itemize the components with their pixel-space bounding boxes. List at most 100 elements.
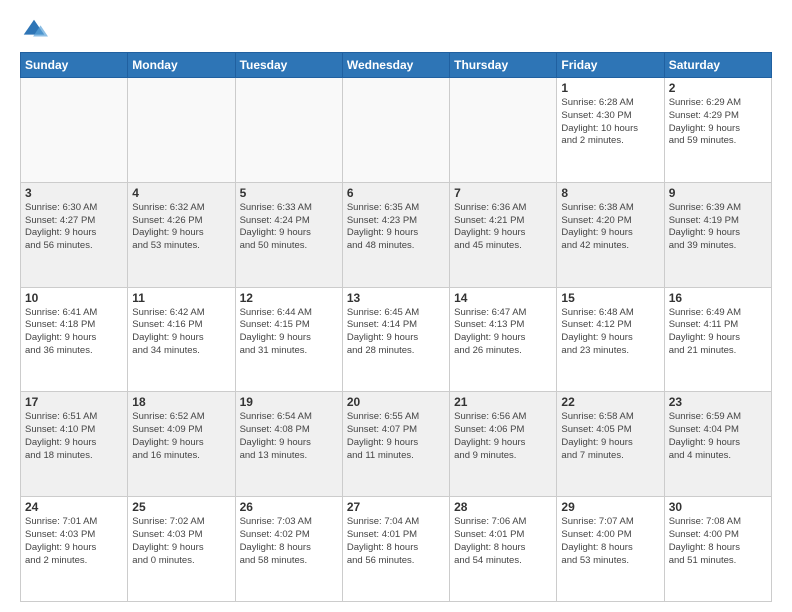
- weekday-header-friday: Friday: [557, 53, 664, 78]
- day-info: Sunrise: 6:55 AM Sunset: 4:07 PM Dayligh…: [347, 411, 445, 462]
- calendar-cell: 5 Sunrise: 6:33 AM Sunset: 4:24 PM Daylig…: [235, 182, 342, 287]
- calendar-cell: [128, 78, 235, 183]
- day-info: Sunrise: 6:44 AM Sunset: 4:15 PM Dayligh…: [240, 307, 338, 358]
- day-info: Sunrise: 6:56 AM Sunset: 4:06 PM Dayligh…: [454, 411, 552, 462]
- calendar-cell: 2 Sunrise: 6:29 AM Sunset: 4:29 PM Daylig…: [664, 78, 771, 183]
- calendar-cell: 20Sunrise: 6:55 AM Sunset: 4:07 PM Dayli…: [342, 392, 449, 497]
- calendar-table: SundayMondayTuesdayWednesdayThursdayFrid…: [20, 52, 772, 602]
- day-info: Sunrise: 6:36 AM Sunset: 4:21 PM Dayligh…: [454, 202, 552, 253]
- day-number: 12: [240, 291, 338, 305]
- day-number: 23: [669, 395, 767, 409]
- weekday-header-sunday: Sunday: [21, 53, 128, 78]
- calendar-cell: 4 Sunrise: 6:32 AM Sunset: 4:26 PM Daylig…: [128, 182, 235, 287]
- calendar-cell: 11 Sunrise: 6:42 AM Sunset: 4:16 PM Dayli…: [128, 287, 235, 392]
- day-number: 19: [240, 395, 338, 409]
- calendar-cell: 26Sunrise: 7:03 AM Sunset: 4:02 PM Dayli…: [235, 497, 342, 602]
- day-info: Sunrise: 7:03 AM Sunset: 4:02 PM Dayligh…: [240, 516, 338, 567]
- calendar-cell: 29 Sunrise: 7:07 AM Sunset: 4:00 PM Dayli…: [557, 497, 664, 602]
- weekday-header-thursday: Thursday: [450, 53, 557, 78]
- calendar-cell: 18 Sunrise: 6:52 AM Sunset: 4:09 PM Dayli…: [128, 392, 235, 497]
- day-info: Sunrise: 6:52 AM Sunset: 4:09 PM Dayligh…: [132, 411, 230, 462]
- day-number: 11: [132, 291, 230, 305]
- weekday-header-tuesday: Tuesday: [235, 53, 342, 78]
- day-number: 28: [454, 500, 552, 514]
- calendar-cell: 16 Sunrise: 6:49 AM Sunset: 4:11 PM Dayli…: [664, 287, 771, 392]
- day-info: Sunrise: 6:48 AM Sunset: 4:12 PM Dayligh…: [561, 307, 659, 358]
- day-info: Sunrise: 6:33 AM Sunset: 4:24 PM Dayligh…: [240, 202, 338, 253]
- day-info: Sunrise: 7:06 AM Sunset: 4:01 PM Dayligh…: [454, 516, 552, 567]
- day-number: 30: [669, 500, 767, 514]
- day-info: Sunrise: 6:59 AM Sunset: 4:04 PM Dayligh…: [669, 411, 767, 462]
- calendar-cell: 22 Sunrise: 6:58 AM Sunset: 4:05 PM Dayli…: [557, 392, 664, 497]
- week-row-3: 10 Sunrise: 6:41 AM Sunset: 4:18 PM Dayli…: [21, 287, 772, 392]
- day-info: Sunrise: 7:08 AM Sunset: 4:00 PM Dayligh…: [669, 516, 767, 567]
- day-number: 18: [132, 395, 230, 409]
- day-number: 4: [132, 186, 230, 200]
- day-info: Sunrise: 6:47 AM Sunset: 4:13 PM Dayligh…: [454, 307, 552, 358]
- weekday-header-row: SundayMondayTuesdayWednesdayThursdayFrid…: [21, 53, 772, 78]
- day-info: Sunrise: 6:49 AM Sunset: 4:11 PM Dayligh…: [669, 307, 767, 358]
- day-info: Sunrise: 6:28 AM Sunset: 4:30 PM Dayligh…: [561, 97, 659, 148]
- day-number: 10: [25, 291, 123, 305]
- day-number: 8: [561, 186, 659, 200]
- day-info: Sunrise: 6:58 AM Sunset: 4:05 PM Dayligh…: [561, 411, 659, 462]
- day-number: 29: [561, 500, 659, 514]
- day-number: 22: [561, 395, 659, 409]
- calendar-cell: 24 Sunrise: 7:01 AM Sunset: 4:03 PM Dayli…: [21, 497, 128, 602]
- calendar-cell: 14 Sunrise: 6:47 AM Sunset: 4:13 PM Dayli…: [450, 287, 557, 392]
- day-info: Sunrise: 6:32 AM Sunset: 4:26 PM Dayligh…: [132, 202, 230, 253]
- calendar-cell: 1 Sunrise: 6:28 AM Sunset: 4:30 PM Daylig…: [557, 78, 664, 183]
- day-info: Sunrise: 6:41 AM Sunset: 4:18 PM Dayligh…: [25, 307, 123, 358]
- week-row-2: 3Sunrise: 6:30 AM Sunset: 4:27 PM Daylig…: [21, 182, 772, 287]
- calendar-cell: 21 Sunrise: 6:56 AM Sunset: 4:06 PM Dayli…: [450, 392, 557, 497]
- day-number: 21: [454, 395, 552, 409]
- day-info: Sunrise: 7:02 AM Sunset: 4:03 PM Dayligh…: [132, 516, 230, 567]
- calendar-cell: 9 Sunrise: 6:39 AM Sunset: 4:19 PM Daylig…: [664, 182, 771, 287]
- calendar-cell: 13 Sunrise: 6:45 AM Sunset: 4:14 PM Dayli…: [342, 287, 449, 392]
- weekday-header-wednesday: Wednesday: [342, 53, 449, 78]
- day-info: Sunrise: 6:29 AM Sunset: 4:29 PM Dayligh…: [669, 97, 767, 148]
- calendar-cell: 8 Sunrise: 6:38 AM Sunset: 4:20 PM Daylig…: [557, 182, 664, 287]
- day-info: Sunrise: 7:07 AM Sunset: 4:00 PM Dayligh…: [561, 516, 659, 567]
- calendar-cell: [342, 78, 449, 183]
- day-number: 1: [561, 81, 659, 95]
- day-number: 6: [347, 186, 445, 200]
- calendar-cell: 30 Sunrise: 7:08 AM Sunset: 4:00 PM Dayli…: [664, 497, 771, 602]
- weekday-header-monday: Monday: [128, 53, 235, 78]
- calendar-cell: 25Sunrise: 7:02 AM Sunset: 4:03 PM Dayli…: [128, 497, 235, 602]
- week-row-5: 24 Sunrise: 7:01 AM Sunset: 4:03 PM Dayli…: [21, 497, 772, 602]
- logo: [20, 16, 52, 44]
- day-number: 14: [454, 291, 552, 305]
- page: SundayMondayTuesdayWednesdayThursdayFrid…: [0, 0, 792, 612]
- day-number: 27: [347, 500, 445, 514]
- calendar-cell: 15Sunrise: 6:48 AM Sunset: 4:12 PM Dayli…: [557, 287, 664, 392]
- calendar-cell: 7 Sunrise: 6:36 AM Sunset: 4:21 PM Daylig…: [450, 182, 557, 287]
- day-number: 13: [347, 291, 445, 305]
- day-number: 7: [454, 186, 552, 200]
- calendar-cell: [21, 78, 128, 183]
- day-info: Sunrise: 7:04 AM Sunset: 4:01 PM Dayligh…: [347, 516, 445, 567]
- day-number: 5: [240, 186, 338, 200]
- calendar-cell: 6Sunrise: 6:35 AM Sunset: 4:23 PM Daylig…: [342, 182, 449, 287]
- calendar-cell: [235, 78, 342, 183]
- calendar-cell: 19 Sunrise: 6:54 AM Sunset: 4:08 PM Dayli…: [235, 392, 342, 497]
- calendar-cell: 28 Sunrise: 7:06 AM Sunset: 4:01 PM Dayli…: [450, 497, 557, 602]
- day-info: Sunrise: 6:42 AM Sunset: 4:16 PM Dayligh…: [132, 307, 230, 358]
- day-info: Sunrise: 7:01 AM Sunset: 4:03 PM Dayligh…: [25, 516, 123, 567]
- day-number: 3: [25, 186, 123, 200]
- week-row-1: 1 Sunrise: 6:28 AM Sunset: 4:30 PM Daylig…: [21, 78, 772, 183]
- header: [20, 16, 772, 44]
- day-number: 9: [669, 186, 767, 200]
- day-info: Sunrise: 6:54 AM Sunset: 4:08 PM Dayligh…: [240, 411, 338, 462]
- day-number: 24: [25, 500, 123, 514]
- calendar-cell: 10 Sunrise: 6:41 AM Sunset: 4:18 PM Dayli…: [21, 287, 128, 392]
- day-number: 16: [669, 291, 767, 305]
- weekday-header-saturday: Saturday: [664, 53, 771, 78]
- calendar-cell: 12 Sunrise: 6:44 AM Sunset: 4:15 PM Dayli…: [235, 287, 342, 392]
- day-info: Sunrise: 6:39 AM Sunset: 4:19 PM Dayligh…: [669, 202, 767, 253]
- calendar-cell: 3Sunrise: 6:30 AM Sunset: 4:27 PM Daylig…: [21, 182, 128, 287]
- day-info: Sunrise: 6:45 AM Sunset: 4:14 PM Dayligh…: [347, 307, 445, 358]
- day-info: Sunrise: 6:38 AM Sunset: 4:20 PM Dayligh…: [561, 202, 659, 253]
- calendar-cell: 17Sunrise: 6:51 AM Sunset: 4:10 PM Dayli…: [21, 392, 128, 497]
- day-number: 2: [669, 81, 767, 95]
